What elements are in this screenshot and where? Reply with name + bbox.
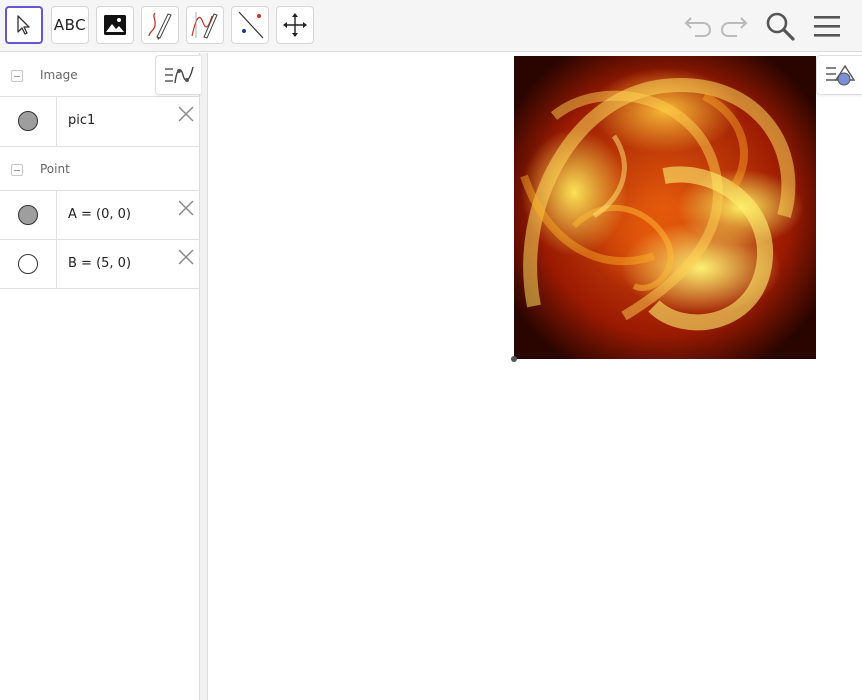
redo-icon [720,17,748,37]
algebra-row-pic1[interactable]: pic1 [0,97,200,147]
marble-cell [0,240,57,288]
undo-button[interactable] [682,10,714,42]
hamburger-menu-icon [814,16,840,37]
close-icon[interactable] [177,199,195,217]
visibility-marble-icon[interactable] [18,254,38,274]
collapse-toggle-icon[interactable] [11,164,23,176]
point-on-object-tool-button[interactable] [231,6,269,44]
marble-cell [0,191,57,239]
image-tool-button[interactable] [96,6,134,44]
algebra-style-bar-button[interactable] [155,55,201,95]
graphics-style-icon [825,64,855,86]
arrow-cursor-icon [17,15,30,35]
search-icon [766,12,795,41]
close-icon[interactable] [177,105,195,123]
search-button[interactable] [764,10,796,42]
group-label: Point [40,162,70,176]
algebra-row-point-b[interactable]: B = (5, 0) [0,240,200,289]
move-graphics-view-tool-button[interactable] [276,6,314,44]
panel-divider[interactable] [200,53,208,700]
collapse-toggle-icon[interactable] [11,70,23,82]
pen-tool-button[interactable] [141,6,179,44]
move-cross-arrows-icon [283,13,307,37]
group-label: Image [40,68,78,82]
image-pic1[interactable] [514,56,816,359]
main-menu-button[interactable] [811,10,843,42]
text-tool-button[interactable]: ABC [51,6,89,44]
point-a-marker[interactable] [511,356,517,362]
point-on-line-icon [238,11,264,39]
algebra-item-value[interactable]: pic1 [68,113,95,128]
graphics-style-bar-button[interactable] [816,55,862,95]
image-icon [104,15,126,35]
freehand-function-tool-button[interactable] [186,6,224,44]
group-header-point[interactable]: Point [0,147,200,191]
pen-icon [148,12,172,40]
undo-icon [684,17,712,37]
text-tool-label: ABC [53,16,87,34]
move-tool-button[interactable] [5,6,43,44]
visibility-marble-icon[interactable] [18,111,38,131]
toolbar: ABC [0,0,862,52]
visibility-marble-icon[interactable] [18,205,38,225]
marble-cell [0,97,57,146]
fire-image-texture [520,78,796,331]
algebra-item-value[interactable]: A = (0, 0) [68,207,131,222]
algebra-row-point-a[interactable]: A = (0, 0) [0,191,200,240]
close-icon[interactable] [177,248,195,266]
algebra-item-value[interactable]: B = (5, 0) [68,256,131,271]
algebra-style-icon [164,66,194,84]
freehand-function-icon [191,12,218,39]
redo-button[interactable] [718,10,750,42]
